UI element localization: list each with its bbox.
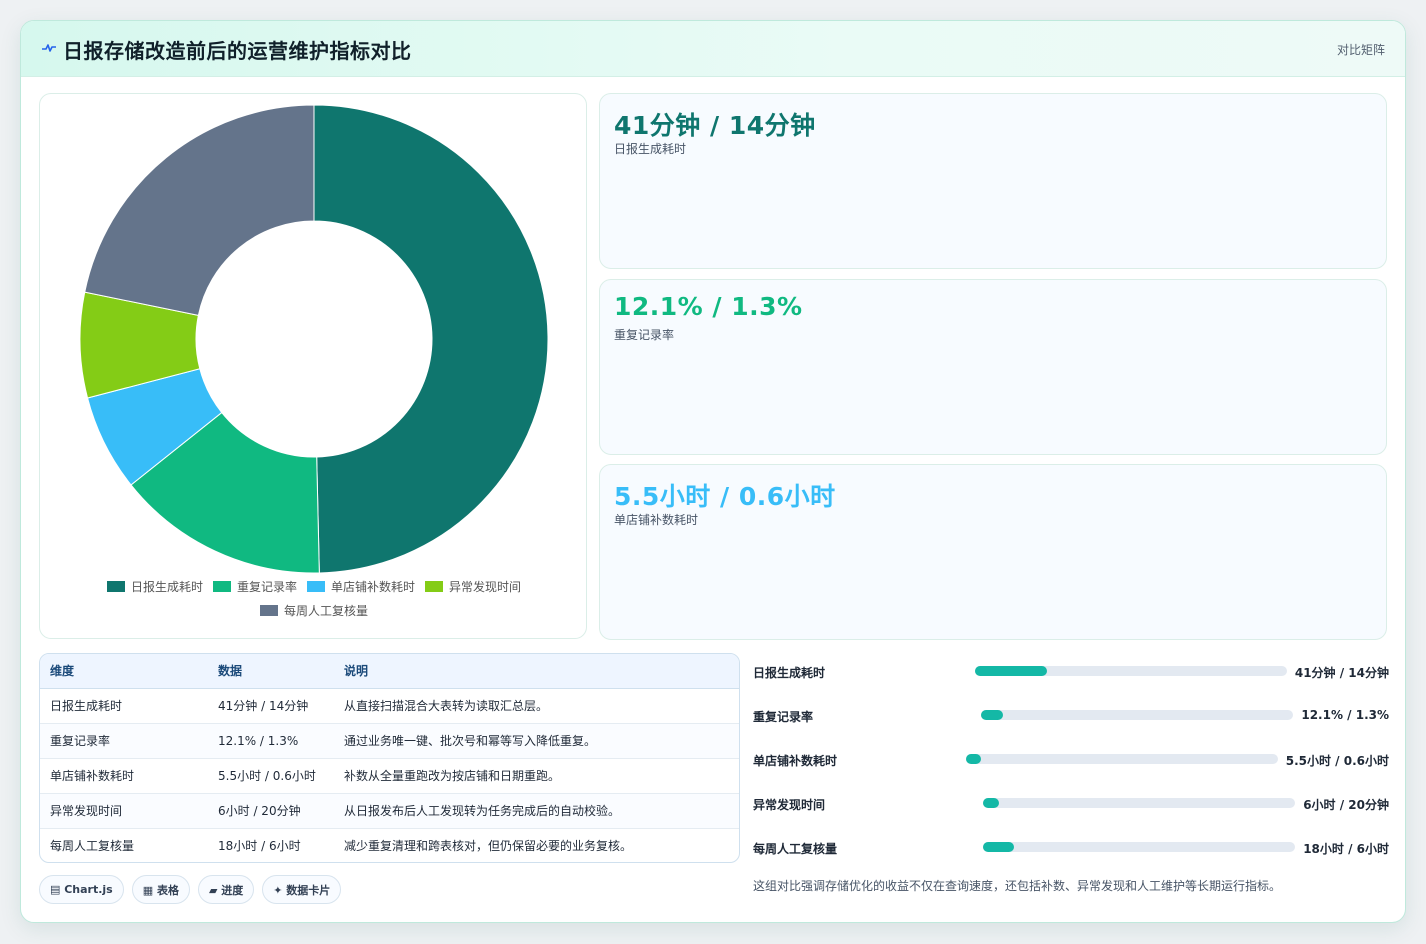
kpi-card-duplicate-rate: 12.1% / 1.3% 重复记录率	[599, 279, 1387, 455]
legend-swatch	[212, 581, 231, 592]
progress-value: 41分钟 / 14分钟	[1294, 666, 1389, 680]
table-cell: 补数从全量重跑改为按店铺和日期重跑。	[334, 758, 739, 794]
kpi-card-report-time: 41分钟 / 14分钟 日报生成耗时	[599, 93, 1387, 269]
progress-fill	[974, 666, 1047, 676]
progress-row: 异常发现时间 6小时 / 20分钟	[753, 789, 1389, 833]
donut-slice-0[interactable]	[313, 104, 549, 574]
legend-swatch	[259, 605, 278, 616]
legend-swatch	[307, 581, 325, 592]
legend-label: 异常发现时间	[449, 580, 522, 594]
progress-value: 18小时 / 6小时	[1303, 842, 1389, 856]
header-bar: 日报存储改造前后的运营维护指标对比 对比矩阵	[21, 21, 1405, 77]
progress-fill	[983, 798, 999, 808]
legend-label: 日报生成耗时	[130, 580, 203, 594]
column-header: 数据	[208, 654, 334, 689]
progress-track	[981, 710, 1294, 720]
table-header-row: 维度 数据 说明	[40, 654, 739, 689]
tag-data-card[interactable]: ✦ 数据卡片	[262, 875, 342, 904]
column-header: 说明	[334, 654, 739, 689]
dashboard-card: 日报存储改造前后的运营维护指标对比 对比矩阵 日报生成耗时 重复记录率 单店铺补数耗…	[20, 20, 1406, 923]
progress-list: 日报生成耗时 41分钟 / 14分钟重复记录率 12.1% / 1.3% 单店铺补数耗…	[753, 657, 1389, 877]
table-row: 单店铺补数耗时 5.5小时 / 0.6小时 补数从全量重跑改为按店铺和日期重跑。	[40, 758, 739, 794]
legend-label: 重复记录率	[236, 580, 297, 594]
kpi-value: 5.5小时 / 0.6小时	[614, 482, 836, 511]
table-cell: 12.1% / 1.3%	[208, 723, 334, 759]
legend-label: 每周人工复核量	[283, 604, 368, 618]
progress-fill	[983, 842, 1015, 852]
table-row: 每周人工复核量 18小时 / 6小时 减少重复清理和跨表核对，但仍保留必要的业务…	[40, 828, 739, 862]
view-mode-label[interactable]: 对比矩阵	[1337, 41, 1385, 58]
tag-chartjs[interactable]: ▤ Chart.js	[39, 875, 124, 904]
kpi-label: 日报生成耗时	[614, 142, 687, 156]
table-cell: 重复记录率	[40, 723, 208, 759]
progress-track	[983, 842, 1296, 852]
kpi-label: 重复记录率	[614, 328, 675, 342]
table-row: 重复记录率 12.1% / 1.3% 通过业务唯一键、批次号和幂等写入降低重复。	[40, 723, 739, 759]
tag-table[interactable]: ▦ 表格	[131, 875, 190, 904]
progress-value: 5.5小时 / 0.6小时	[1285, 754, 1389, 768]
chart-legend: 日报生成耗时 重复记录率 单店铺补数耗时 异常发现时间每周人工复核量	[60, 578, 568, 619]
metrics-table: 维度 数据 说明 日报生成耗时 41分钟 / 14分钟 从直接扫描混合大表转为读…	[39, 653, 740, 863]
table-cell: 减少重复清理和跨表核对，但仍保留必要的业务复核。	[344, 839, 633, 854]
progress-track	[965, 754, 1278, 764]
progress-label: 重复记录率	[753, 710, 814, 724]
donut-slice-4[interactable]	[84, 104, 315, 316]
table-cell: 异常发现时间	[40, 793, 208, 829]
table-cell: 41分钟 / 14分钟	[208, 688, 334, 724]
progress-value: 12.1% / 1.3%	[1301, 708, 1389, 722]
feature-tags: ▤ Chart.js ▦ 表格 ▰ 进度 ✦ 数据卡片	[39, 875, 342, 904]
progress-row: 重复记录率 12.1% / 1.3%	[753, 701, 1389, 745]
table-cell: 6小时 / 20分钟	[208, 793, 334, 829]
legend-item[interactable]: 单店铺补数耗时	[307, 578, 415, 595]
table-cell: 从日报发布后人工发现转为任务完成后的自动校验。	[334, 793, 739, 829]
progress-row: 日报生成耗时 41分钟 / 14分钟	[753, 657, 1389, 701]
pulse-icon	[42, 44, 56, 52]
table-cell: 日报生成耗时	[40, 688, 208, 724]
progress-fill	[981, 710, 1004, 720]
column-header: 维度	[40, 654, 208, 689]
kpi-label: 单店铺补数耗时	[614, 513, 699, 527]
kpi-value: 41分钟 / 14分钟	[614, 111, 816, 140]
page-title: 日报存储改造前后的运营维护指标对比	[63, 39, 412, 63]
legend-label: 单店铺补数耗时	[331, 580, 416, 594]
legend-item[interactable]: 异常发现时间	[425, 578, 521, 595]
tag-progress[interactable]: ▰ 进度	[197, 875, 255, 904]
table-cell: 单店铺补数耗时	[40, 758, 208, 794]
summary-note: 这组对比强调存储优化的收益不仅在查询速度，还包括补数、异常发现和人工维护等长期运…	[753, 879, 1282, 893]
progress-label: 异常发现时间	[753, 798, 826, 812]
progress-label: 单店铺补数耗时	[753, 754, 838, 768]
legend-swatch	[106, 581, 125, 592]
progress-row: 每周人工复核量 18小时 / 6小时	[753, 833, 1389, 877]
table-cell: 每周人工复核量	[50, 839, 135, 854]
kpi-value: 12.1% / 1.3%	[614, 292, 803, 321]
donut-chart	[79, 104, 549, 574]
table-cell: 5.5小时 / 0.6小时	[208, 758, 334, 794]
table-row: 日报生成耗时 41分钟 / 14分钟 从直接扫描混合大表转为读取汇总层。	[40, 688, 739, 724]
table-cell: 通过业务唯一键、批次号和幂等写入降低重复。	[334, 723, 739, 759]
legend-item[interactable]: 日报生成耗时	[106, 578, 203, 595]
progress-track	[974, 666, 1287, 676]
kpi-card-backfill-time: 5.5小时 / 0.6小时 单店铺补数耗时	[599, 464, 1387, 640]
table-cell: 18小时 / 6小时	[218, 839, 301, 854]
progress-row: 单店铺补数耗时 5.5小时 / 0.6小时	[753, 745, 1389, 789]
legend-swatch	[425, 581, 444, 592]
legend-item[interactable]: 每周人工复核量	[259, 602, 368, 619]
progress-track	[983, 798, 1296, 808]
progress-value: 6小时 / 20分钟	[1303, 798, 1389, 812]
legend-item[interactable]: 重复记录率	[212, 578, 297, 595]
progress-label: 每周人工复核量	[753, 842, 838, 856]
table-cell: 从直接扫描混合大表转为读取汇总层。	[334, 688, 739, 724]
progress-fill	[965, 754, 982, 764]
progress-label: 日报生成耗时	[753, 666, 826, 680]
table-row: 异常发现时间 6小时 / 20分钟 从日报发布后人工发现转为任务完成后的自动校验…	[40, 793, 739, 829]
donut-chart-panel: 日报生成耗时 重复记录率 单店铺补数耗时 异常发现时间每周人工复核量	[39, 93, 587, 639]
